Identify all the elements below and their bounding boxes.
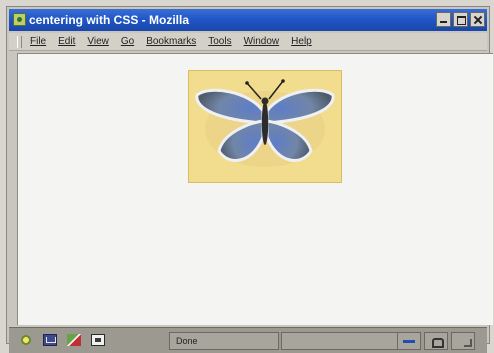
composer-icon[interactable] — [67, 334, 81, 346]
butterfly-image — [188, 70, 342, 183]
close-button[interactable] — [470, 12, 485, 27]
toolbar-grip[interactable] — [17, 35, 22, 48]
menu-bookmarks[interactable]: Bookmarks — [146, 36, 196, 47]
navigator-icon[interactable] — [19, 334, 33, 346]
window-title: centering with CSS - Mozilla — [29, 13, 190, 27]
progress-panel — [281, 332, 401, 350]
butterfly-icon — [195, 79, 335, 167]
mozilla-app-icon[interactable] — [13, 13, 26, 26]
menu-file[interactable]: File — [30, 36, 46, 47]
status-text-panel: Done — [169, 332, 279, 350]
page-content — [17, 53, 493, 325]
maximize-button[interactable] — [453, 12, 468, 27]
resize-grip-icon[interactable] — [451, 332, 475, 350]
online-status-icon[interactable] — [397, 332, 421, 350]
window-controls — [436, 12, 485, 28]
menu-help[interactable]: Help — [291, 36, 312, 47]
minimize-button[interactable] — [436, 12, 451, 27]
menu-view[interactable]: View — [87, 36, 109, 47]
status-indicators — [397, 332, 483, 350]
status-bar: Done — [9, 327, 487, 353]
title-bar[interactable]: centering with CSS - Mozilla — [9, 9, 487, 31]
menu-go[interactable]: Go — [121, 36, 134, 47]
menu-tools[interactable]: Tools — [208, 36, 231, 47]
security-lock-icon[interactable] — [424, 332, 448, 350]
component-bar — [19, 334, 105, 346]
menu-edit[interactable]: Edit — [58, 36, 75, 47]
menu-bar: File Edit View Go Bookmarks Tools Window… — [9, 33, 487, 51]
mail-icon[interactable] — [43, 334, 57, 346]
browser-window: centering with CSS - Mozilla File Edit V… — [6, 6, 493, 353]
address-book-icon[interactable] — [91, 334, 105, 346]
status-text: Done — [176, 336, 198, 346]
menu-window[interactable]: Window — [244, 36, 280, 47]
